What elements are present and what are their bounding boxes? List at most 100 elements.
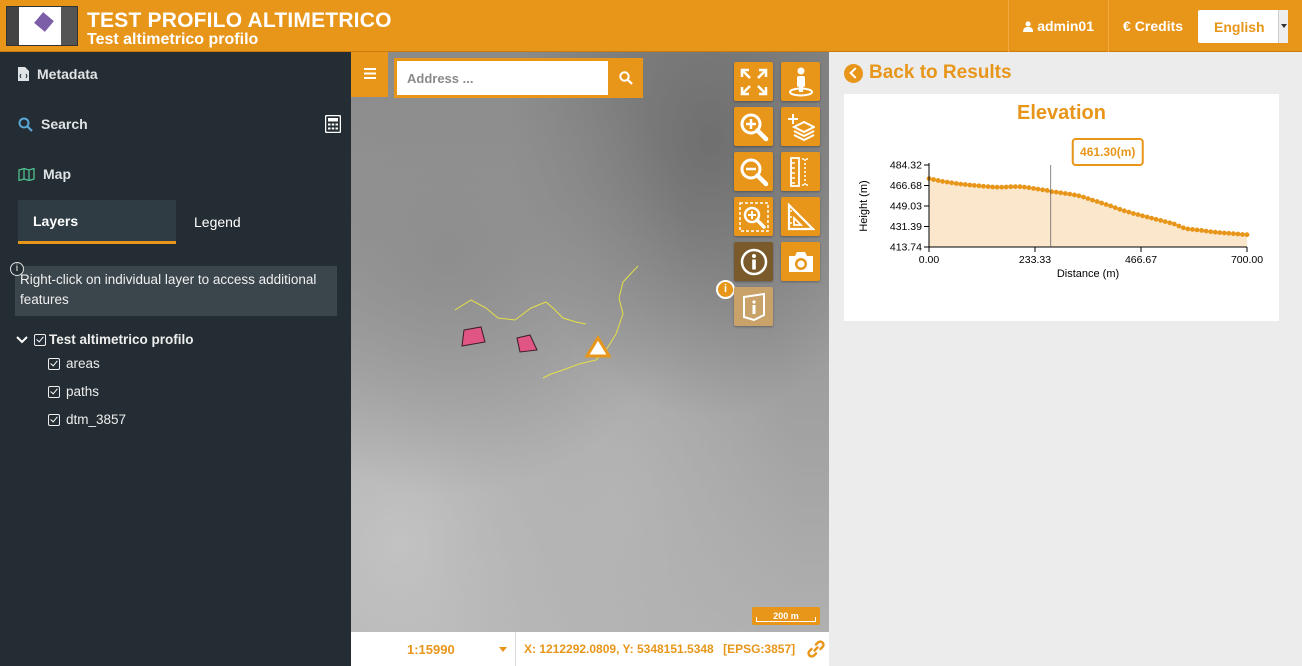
search-icon [619, 71, 633, 85]
back-label: Back to Results [869, 62, 1012, 83]
app-subtitle: Test altimetrico profilo [87, 31, 259, 48]
elevation-point [1121, 208, 1127, 214]
elevation-point [1012, 184, 1018, 189]
zoom-in-button[interactable] [734, 107, 773, 146]
layer-checkbox[interactable] [48, 357, 60, 370]
layer-row-areas[interactable]: areas [48, 356, 100, 371]
layer-group-label: Test altimetrico profilo [49, 332, 194, 347]
elevation-chart-card: Elevation 484.32 466.68 449.03 431.39 413.74… [844, 94, 1279, 321]
zoom-in-icon [740, 113, 768, 141]
elevation-point [1194, 227, 1200, 233]
elevation-point [949, 180, 955, 186]
crs-value: [EPSG:3857] [723, 642, 796, 656]
elevation-point [1103, 202, 1109, 207]
address-search-input[interactable] [397, 61, 608, 95]
fullscreen-button[interactable] [734, 62, 773, 101]
search-button[interactable] [611, 61, 641, 95]
sidebar-item-map[interactable]: Map [18, 166, 71, 182]
chevron-down-icon[interactable] [1278, 10, 1288, 43]
link-icon[interactable] [807, 640, 825, 658]
elevation-chart[interactable]: 484.32 466.68 449.03 431.39 413.740.00 233.33… [844, 94, 1279, 321]
elevation-point [1158, 218, 1164, 223]
project-thumbnail[interactable] [6, 6, 78, 46]
elevation-point [1035, 186, 1041, 192]
elevation-point [1112, 205, 1118, 211]
scale-bar-label: 200 m [773, 611, 799, 621]
layer-row-paths[interactable]: paths [48, 384, 99, 399]
map-icon [18, 167, 35, 181]
euro-icon: € [1123, 18, 1131, 34]
screenshot-icon [788, 251, 813, 272]
language-select[interactable]: English [1198, 10, 1288, 43]
layer-group-row[interactable]: Test altimetrico profilo [16, 332, 194, 347]
tab-label: Layers [33, 212, 79, 229]
elevation-point [1026, 185, 1032, 191]
elevation-point [1108, 203, 1114, 209]
layer-label: dtm_3857 [66, 412, 127, 427]
elevation-point [1235, 231, 1241, 237]
measure-length-button[interactable] [781, 152, 820, 191]
elevation-point [1199, 228, 1204, 233]
elevation-point [1217, 230, 1223, 236]
elevation-point [1212, 229, 1218, 235]
user-button[interactable]: admin01 [1008, 0, 1108, 52]
calculator-icon[interactable] [325, 115, 341, 133]
layer-label: paths [66, 384, 100, 399]
zoom-box-icon [738, 201, 769, 232]
add-layer-icon [787, 113, 815, 141]
y-tick-label: 466.68 [890, 180, 922, 192]
measure-area-button[interactable] [781, 197, 820, 236]
elevation-point [1117, 206, 1123, 212]
elevation-point [1090, 197, 1095, 203]
area-polygon[interactable] [461, 326, 486, 347]
map-status-bar: 1:15990 X: 1212292.0809, Y: 5348151.5348… [351, 632, 829, 666]
x-tick-label: 466.67 [1125, 254, 1157, 266]
add-layer-button[interactable] [781, 107, 820, 146]
zoom-out-button[interactable] [734, 152, 773, 191]
elevation-point [1085, 196, 1091, 201]
elevation-point [1149, 215, 1154, 221]
layer-row-dtm[interactable]: dtm_3857 [48, 412, 126, 427]
tab-layers[interactable]: Layers [18, 200, 176, 244]
elevation-point [940, 179, 945, 184]
elevation-point [1203, 228, 1209, 234]
credits-button[interactable]: € Credits [1108, 0, 1190, 52]
elevation-point [1081, 194, 1086, 200]
measure-length-icon [789, 156, 810, 187]
area-polygon[interactable] [516, 334, 538, 353]
layer-checkbox[interactable] [48, 385, 60, 398]
measure-area-icon [787, 202, 815, 230]
chevron-down-icon[interactable] [16, 335, 28, 344]
tab-legend[interactable]: Legend [176, 200, 337, 244]
sidebar-item-search[interactable]: Search [18, 116, 88, 132]
elevation-point [1171, 221, 1177, 227]
back-to-results-link[interactable]: Back to Results [844, 62, 1012, 84]
scale-select[interactable]: 1:15990 [395, 632, 515, 666]
info-text: Right-click on individual layer to acces… [20, 272, 317, 307]
elevation-point [1062, 191, 1068, 196]
coordinates-value: X: 1212292.0809, Y: 5348151.5348 [524, 642, 714, 656]
elevation-point [1044, 188, 1050, 193]
sidebar-item-metadata[interactable]: Metadata [18, 66, 98, 82]
elevation-point [953, 181, 959, 186]
layer-checkbox[interactable] [48, 413, 60, 426]
elevation-point [1181, 225, 1186, 231]
y-axis-label: Height (m) [858, 180, 870, 231]
screenshot-button[interactable] [781, 242, 820, 281]
elevation-point [962, 182, 968, 187]
elevation-point [999, 184, 1005, 190]
streetview-button[interactable] [781, 62, 820, 101]
info-query-button[interactable] [734, 287, 773, 326]
info-marker-icon[interactable]: i [716, 280, 735, 299]
menu-toggle-button[interactable] [351, 52, 388, 97]
path-line [454, 299, 587, 325]
app-title: TEST PROFILO ALTIMETRICO [87, 9, 392, 32]
info-icon [740, 248, 767, 275]
elevation-point [1144, 214, 1150, 220]
layer-group-checkbox[interactable] [34, 333, 46, 346]
info-button[interactable] [734, 242, 773, 281]
coordinates-display: X: 1212292.0809, Y: 5348151.5348 [EPSG:3… [515, 632, 829, 666]
zoom-box-button[interactable] [734, 197, 773, 236]
language-value: English [1214, 19, 1265, 35]
elevation-point [1076, 193, 1082, 199]
